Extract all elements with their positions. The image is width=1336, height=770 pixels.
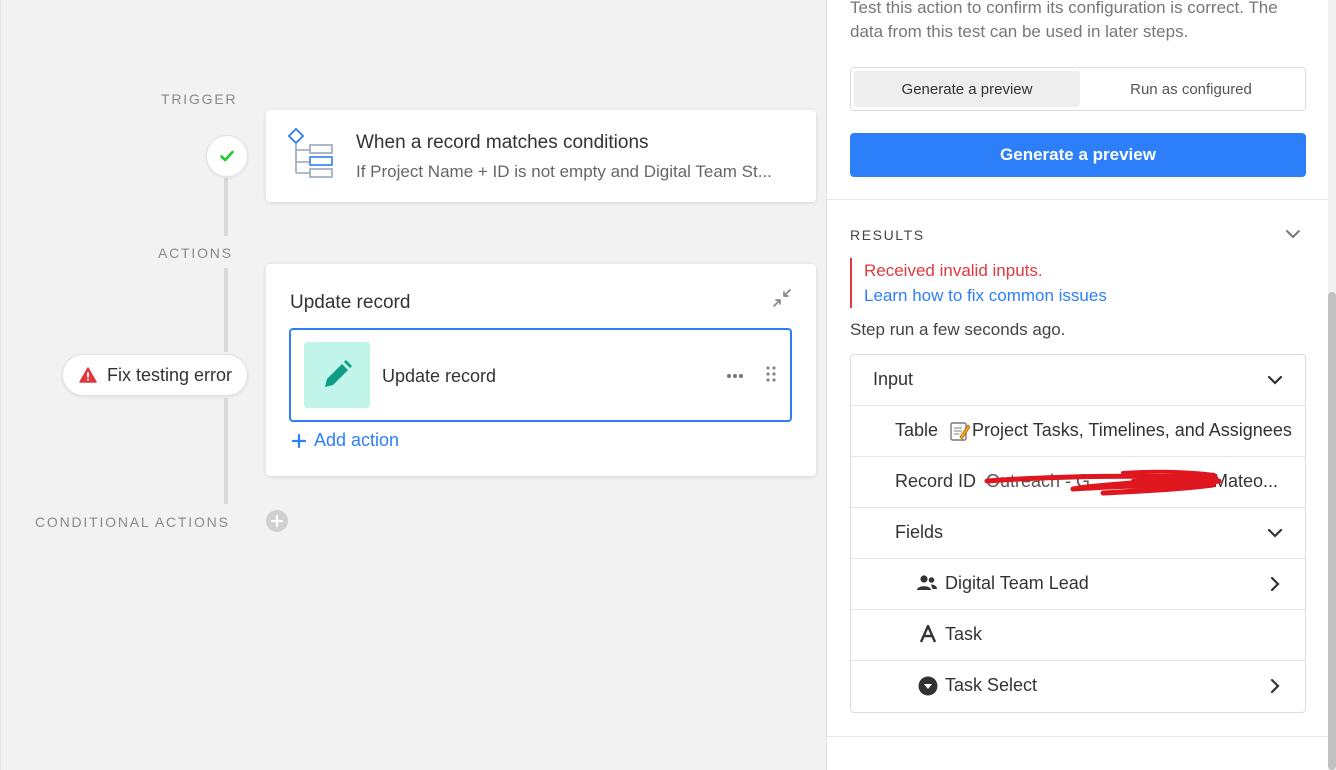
update-record-step[interactable]: Update record — [289, 328, 792, 422]
generate-preview-tab[interactable]: Generate a preview — [854, 71, 1080, 107]
field-row-task-select[interactable]: Task Select — [851, 661, 1305, 712]
trigger-section-label: TRIGGER — [161, 91, 238, 107]
pencil-icon — [304, 342, 370, 408]
chevron-down-icon — [1267, 525, 1283, 546]
input-header: Input — [873, 369, 914, 389]
action-card-title: Update record — [290, 292, 411, 313]
error-callout: Received invalid inputs. Learn how to fi… — [850, 258, 1107, 308]
run-as-configured-tab[interactable]: Run as configured — [1078, 71, 1304, 107]
plus-icon — [292, 433, 306, 448]
timeline-line — [224, 178, 228, 236]
input-details: Input Table Project Tasks, Timelines, an… — [850, 354, 1306, 713]
trigger-subtitle: If Project Name + ID is not empty and Di… — [356, 162, 772, 181]
divider — [827, 199, 1329, 200]
input-header-row[interactable]: Input — [851, 355, 1305, 406]
divider — [827, 736, 1329, 737]
field-label: Task Select — [945, 675, 1038, 695]
table-row: Table Project Tasks, Timelines, and Assi… — [851, 406, 1305, 457]
add-action-label: Add action — [314, 430, 400, 450]
scrollbar-thumb[interactable] — [1328, 292, 1336, 770]
fix-testing-error-button[interactable]: Fix testing error — [62, 354, 248, 396]
select-chevron-icon — [918, 676, 938, 701]
fix-testing-error-label: Fix testing error — [107, 364, 233, 385]
drag-handle-icon[interactable] — [766, 366, 776, 387]
fix-issues-link[interactable]: Learn how to fix common issues — [864, 283, 1107, 308]
chevron-down-icon — [1267, 372, 1283, 393]
test-description: Test this action to confirm its configur… — [850, 0, 1278, 41]
action-card: Update record Update record Add action — [266, 264, 816, 476]
test-action-panel: Test this action to confirm its configur… — [826, 0, 1329, 770]
conditional-actions-label: CONDITIONAL ACTIONS — [35, 514, 230, 530]
trigger-status-check — [206, 135, 248, 177]
fields-label: Fields — [895, 522, 944, 542]
step-run-time: Step run a few seconds ago. — [850, 320, 1066, 339]
add-conditional-action-button[interactable] — [266, 510, 288, 532]
field-label: Digital Team Lead — [945, 573, 1089, 593]
field-label: Task — [945, 624, 983, 644]
record-id-value-end: Mateo... — [1213, 471, 1279, 491]
users-icon — [917, 574, 937, 597]
chevron-down-icon[interactable] — [1285, 226, 1301, 247]
record-conditions-icon — [287, 127, 336, 189]
actions-section-label: ACTIONS — [158, 245, 233, 261]
redaction-scribble — [984, 469, 1222, 496]
error-message: Received invalid inputs. — [864, 261, 1043, 280]
more-options-icon[interactable] — [726, 366, 744, 384]
chevron-right-icon — [1269, 678, 1281, 699]
chevron-right-icon — [1269, 576, 1281, 597]
memo-icon — [949, 420, 971, 447]
fields-header-row[interactable]: Fields — [851, 508, 1305, 559]
automation-canvas: TRIGGER ACTIONS CONDITIONAL ACTIONS When… — [0, 0, 826, 770]
add-action-button[interactable]: Add action — [292, 430, 399, 451]
timeline-line — [224, 398, 228, 504]
field-row-digital-team-lead[interactable]: Digital Team Lead — [851, 559, 1305, 610]
step-label: Update record — [382, 366, 497, 386]
trigger-card[interactable]: When a record matches conditions If Proj… — [266, 110, 816, 202]
table-value: Project Tasks, Timelines, and Assignees — [972, 420, 1292, 440]
text-a-icon — [919, 624, 937, 649]
results-label: RESULTS — [850, 227, 925, 243]
collapse-icon[interactable] — [772, 288, 792, 313]
generate-preview-button[interactable]: Generate a preview — [850, 133, 1306, 177]
trigger-title: When a record matches conditions — [356, 132, 649, 153]
plus-icon — [271, 515, 283, 527]
test-mode-toggle: Generate a preview Run as configured — [850, 67, 1306, 111]
warning-icon — [79, 367, 97, 383]
timeline-line — [224, 268, 228, 352]
table-label: Table — [895, 420, 939, 440]
record-id-label: Record ID — [895, 471, 977, 491]
record-id-row: Record ID Outreach - G Mateo... — [851, 457, 1305, 508]
field-row-task: Task — [851, 610, 1305, 661]
check-icon — [220, 150, 234, 162]
